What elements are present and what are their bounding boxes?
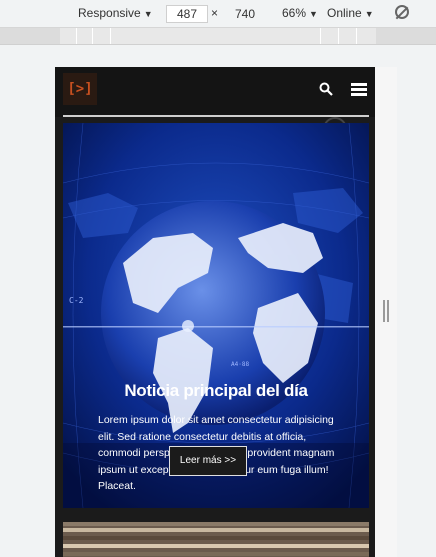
search-icon[interactable] (319, 82, 333, 96)
hamburger-menu-icon[interactable] (351, 83, 367, 97)
overlay-label: A4·88 (231, 361, 249, 368)
zoom-label: 66% (282, 6, 307, 20)
overlay-label: C-2 (69, 296, 84, 305)
site-header: [>] (55, 67, 375, 117)
media-query-segment[interactable] (0, 28, 60, 44)
chevron-down-icon: ▼ (143, 9, 153, 19)
dimension-separator: × (211, 6, 219, 20)
height-input[interactable]: 740 (224, 5, 266, 23)
zoom-dropdown[interactable]: 66% ▼ (282, 6, 318, 20)
media-query-marker (92, 28, 93, 44)
rotate-icon[interactable] (395, 5, 409, 19)
media-query-marker (320, 28, 321, 44)
width-input[interactable]: 487 (166, 5, 208, 23)
devtools-toolbar: Responsive ▼ 487 × 740 66% ▼ Online ▼ (0, 0, 436, 28)
device-mode-dropdown[interactable]: Responsive ▼ (78, 6, 153, 20)
chevron-down-icon: ▼ (309, 9, 318, 19)
site-logo[interactable]: [>] (63, 73, 97, 105)
next-article-thumbnail[interactable] (63, 522, 369, 557)
media-query-bar[interactable] (0, 28, 436, 45)
network-throttle-dropdown[interactable]: Online ▼ (327, 6, 374, 20)
header-divider (63, 115, 369, 117)
chevron-down-icon: ▼ (364, 9, 374, 19)
media-query-segment[interactable] (376, 28, 436, 44)
read-more-button[interactable]: Leer más >> (169, 446, 247, 476)
media-query-marker (76, 28, 77, 44)
hero-title: Noticia principal del día (124, 381, 308, 400)
media-query-marker (338, 28, 339, 44)
media-query-marker (110, 28, 111, 44)
device-viewport: [>] C-2 A4·88 Noticia principal del día … (55, 67, 375, 557)
resize-handle[interactable] (383, 300, 389, 322)
media-query-marker (356, 28, 357, 44)
device-mode-label: Responsive (78, 6, 141, 20)
network-label: Online (327, 6, 362, 20)
